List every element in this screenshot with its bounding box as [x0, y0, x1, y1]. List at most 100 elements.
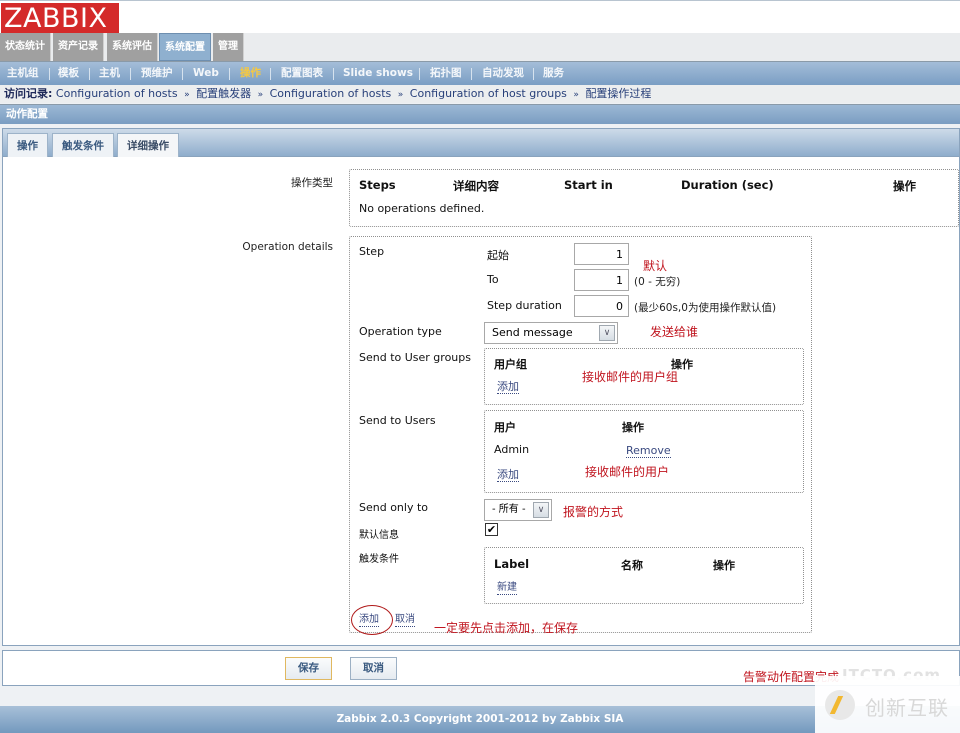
column-header: 操作 [713, 559, 735, 572]
breadcrumb-separator: » [184, 90, 190, 100]
annotation-user: 接收邮件的用户 [585, 465, 670, 479]
watermark: 创新互联 [815, 676, 960, 733]
annotation-user-group: 接收邮件的用户组 [582, 370, 679, 384]
send-only-to-value: - 所有 - [492, 504, 526, 515]
operation-details-label: Operation details [242, 241, 333, 253]
remove-user-link[interactable]: Remove [626, 444, 671, 458]
new-condition-link[interactable]: 新建 [497, 581, 517, 595]
separator [49, 68, 50, 80]
separator [89, 68, 90, 80]
column-header: Steps [359, 178, 396, 192]
column-header: Label [494, 557, 530, 571]
watermark-text: 创新互联 [865, 696, 949, 720]
send-only-to-label: Send only to [359, 501, 429, 514]
sub-menu-discovery[interactable]: 自动发现 [482, 62, 524, 85]
default-message-checkbox[interactable]: ✔ [485, 523, 498, 536]
default-message-label: 默认信息 [359, 530, 399, 541]
step-duration-input[interactable] [574, 295, 629, 317]
users-label: Send to Users [359, 414, 436, 427]
sub-menu-services[interactable]: 服务 [543, 62, 564, 85]
zabbix-logo[interactable]: ZABBIX [1, 3, 119, 34]
column-header: 名称 [621, 559, 643, 572]
sub-menu-hosts[interactable]: 主机 [99, 62, 120, 85]
separator [270, 68, 271, 80]
conditions-label: 触发条件 [359, 554, 399, 565]
breadcrumb-link[interactable]: Configuration of hosts [56, 87, 178, 100]
sub-menu: 主机组 模板 主机 预维护 Web 操作 配置图表 Slide shows 拓扑… [0, 61, 960, 85]
breadcrumb-title: 访问记录: [4, 87, 53, 100]
sub-menu-maps[interactable]: 拓扑图 [430, 62, 462, 85]
step-label: Step [359, 245, 385, 258]
user-name: Admin [494, 443, 530, 456]
column-header: 用户组 [494, 358, 527, 371]
column-header: 详细内容 [453, 179, 499, 193]
main-menu-reports[interactable]: 系统评估 [107, 33, 158, 61]
sub-menu-maintenance[interactable]: 预维护 [141, 62, 173, 85]
separator [229, 68, 230, 80]
operation-type-value: Send message [492, 326, 573, 339]
tab-operations[interactable]: 详细操作 [117, 133, 179, 157]
separator [333, 68, 334, 80]
chevron-down-icon: ∨ [599, 325, 615, 341]
breadcrumb-link[interactable]: Configuration of host groups [410, 87, 567, 100]
main-menu-administration[interactable]: 管理 [213, 33, 244, 61]
main-menu-inventory[interactable]: 资产记录 [53, 33, 104, 61]
users-table: 用户 操作 Admin Remove 添加 [484, 410, 804, 493]
sub-menu-screens[interactable]: 配置图表 [281, 62, 323, 85]
breadcrumb-separator: » [397, 90, 404, 100]
main-menu-configuration[interactable]: 系统配置 [159, 33, 211, 61]
separator [471, 68, 472, 80]
annotation-add-first: 一定要先点击添加，在保存 [434, 621, 579, 635]
step-to-label: To [487, 273, 499, 286]
cancel-button[interactable]: 取消 [350, 657, 397, 680]
step-from-label: 起始 [487, 249, 509, 262]
separator [419, 68, 420, 80]
breadcrumb-link[interactable]: Configuration of hosts [270, 87, 392, 100]
step-to-hint: (0 - 无穷) [634, 276, 681, 288]
chevron-down-icon: ∨ [533, 502, 549, 518]
step-to-input[interactable] [574, 269, 629, 291]
add-user-link[interactable]: 添加 [497, 468, 519, 482]
annotation-default: 默认 [643, 259, 668, 273]
header: ZABBIX [0, 0, 960, 34]
sub-menu-web[interactable]: Web [193, 62, 219, 85]
cancel-operation-link[interactable]: 取消 [395, 613, 415, 627]
step-duration-label: Step duration [487, 299, 562, 312]
breadcrumb-separator: » [257, 90, 264, 100]
annotation-alert-method: 报警的方式 [563, 505, 624, 519]
save-button[interactable]: 保存 [285, 657, 332, 680]
column-header: 操作 [622, 421, 644, 434]
action-form-panel: 操作 触发条件 详细操作 操作类型 Steps 详细内容 Start in Du… [2, 128, 960, 646]
sub-menu-templates[interactable]: 模板 [58, 62, 79, 85]
breadcrumb-link[interactable]: 配置触发器 [196, 87, 251, 100]
annotation-send-to-whom: 发送给谁 [650, 325, 699, 339]
empty-message: No operations defined. [359, 202, 485, 215]
separator [130, 68, 131, 80]
tab-bar: 操作 触发条件 详细操作 [3, 129, 959, 157]
main-menu-monitoring[interactable]: 状态统计 [0, 33, 51, 61]
operation-type-select[interactable]: Send message ∨ [484, 322, 618, 344]
main-menu: 状态统计 资产记录 系统评估 系统配置 管理 [0, 33, 960, 61]
breadcrumb: 访问记录: Configuration of hosts » 配置触发器 » C… [0, 85, 960, 103]
watermark-logo-icon [825, 690, 855, 720]
add-user-group-link[interactable]: 添加 [497, 380, 519, 394]
tab-action[interactable]: 操作 [7, 133, 48, 157]
column-header: Start in [564, 178, 613, 192]
column-header: 用户 [494, 421, 516, 434]
tab-conditions[interactable]: 触发条件 [52, 133, 114, 157]
operations-table: Steps 详细内容 Start in Duration (sec) 操作 No… [349, 169, 959, 227]
breadcrumb-separator: » [573, 90, 579, 100]
section-title: 动作配置 [0, 104, 960, 124]
send-only-to-select[interactable]: - 所有 - ∨ [484, 499, 552, 521]
sub-menu-actions[interactable]: 操作 [240, 62, 261, 85]
column-header: 操作 [893, 179, 916, 193]
sub-menu-host-groups[interactable]: 主机组 [7, 62, 39, 85]
operation-type-label: Operation type [359, 325, 442, 338]
breadcrumb-link[interactable]: 配置操作过程 [585, 87, 651, 100]
operation-details-box: Step 起始 To (0 - 无穷) Step duration (最少60s… [349, 236, 812, 635]
add-operation-link[interactable]: 添加 [359, 613, 379, 627]
operations-label: 操作类型 [291, 177, 333, 189]
step-from-input[interactable] [574, 243, 629, 265]
separator [182, 68, 183, 80]
sub-menu-slide-shows[interactable]: Slide shows [343, 62, 413, 85]
